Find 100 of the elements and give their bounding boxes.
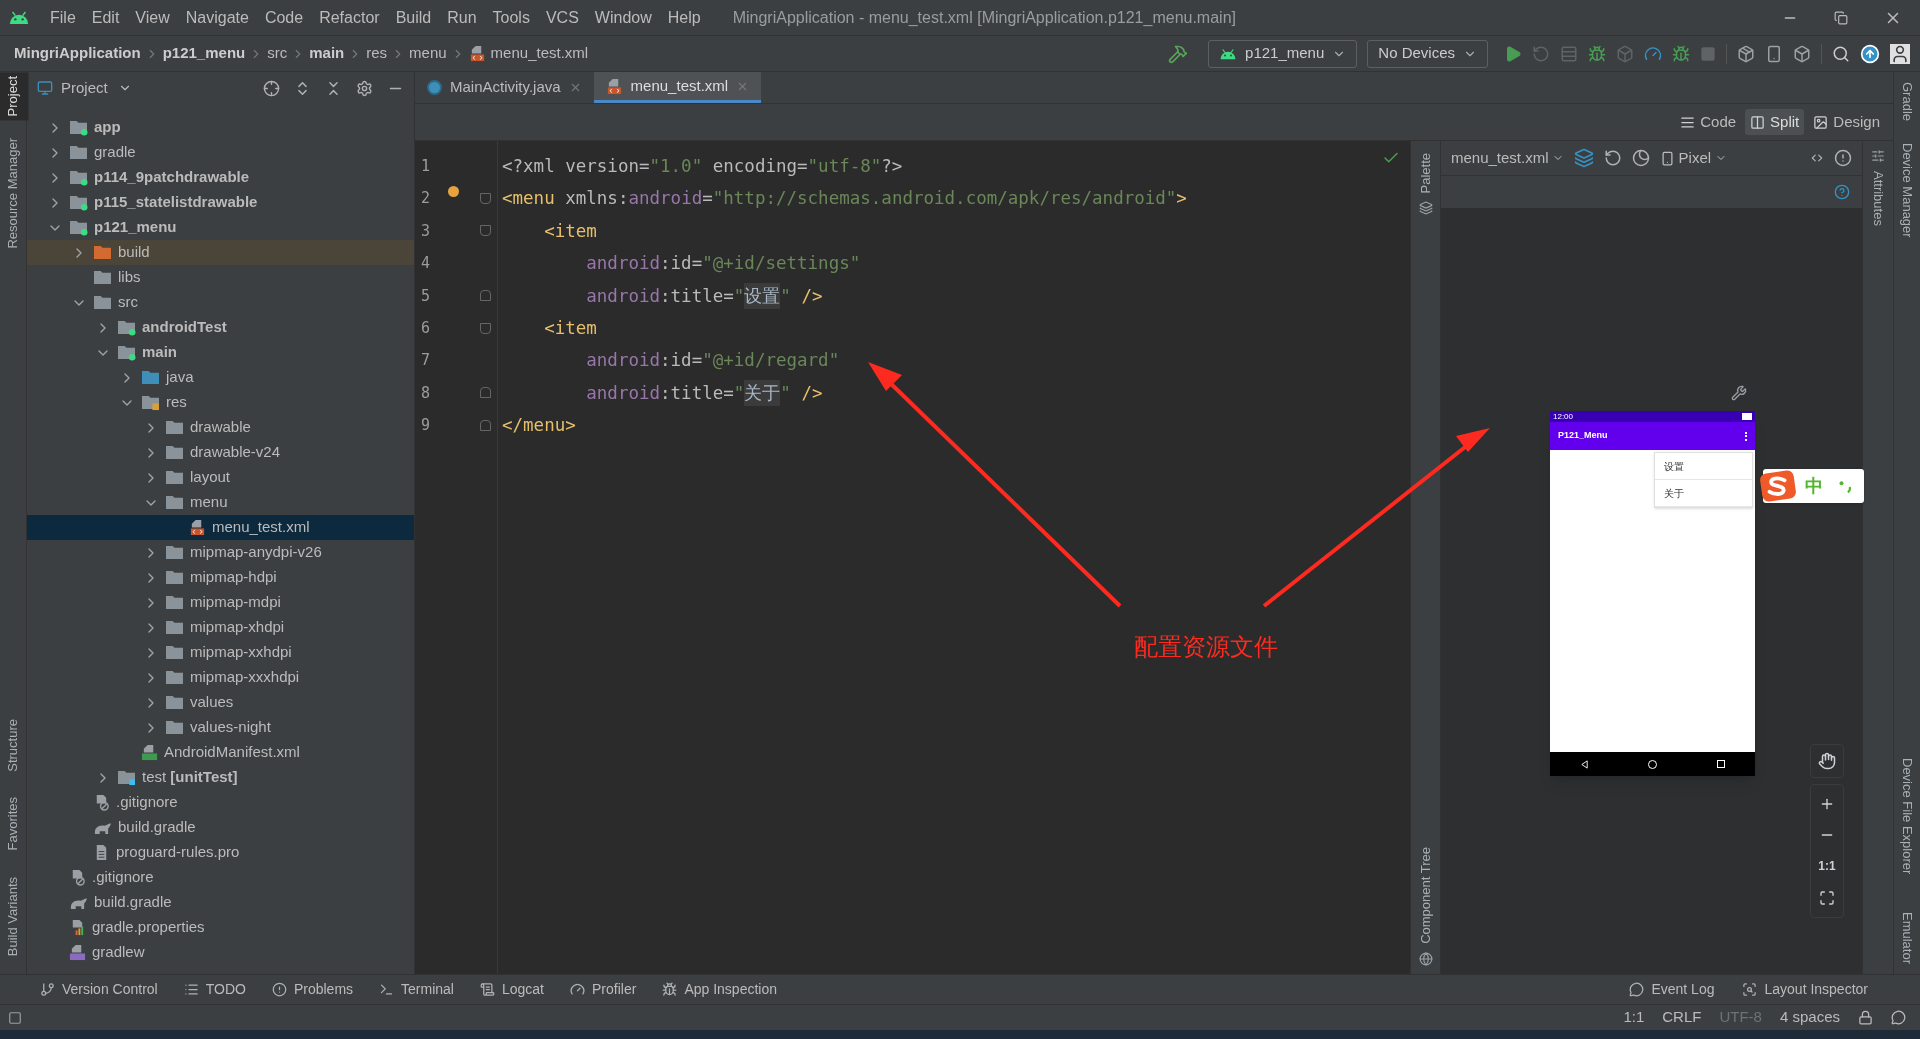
command-heading[interactable]: Navigate xyxy=(177,5,257,30)
tree-item[interactable]: p121_menu xyxy=(27,215,414,240)
tree-item[interactable]: mipmap-xxhdpi xyxy=(27,640,414,665)
tool-window-button[interactable]: App Inspection xyxy=(662,979,777,1000)
tool-window-tab[interactable]: Gradle xyxy=(1891,78,1920,126)
tool-window-button[interactable]: Problems xyxy=(271,979,354,1000)
layers-icon[interactable] xyxy=(1573,148,1594,168)
tree-item[interactable]: values xyxy=(27,690,414,715)
device-manager-icon[interactable] xyxy=(1765,44,1783,63)
notifications-icon[interactable] xyxy=(1891,1010,1906,1025)
command-heading[interactable]: Build xyxy=(387,5,440,30)
command-heading[interactable]: Window xyxy=(586,5,660,30)
tree-item[interactable]: res xyxy=(27,390,414,415)
command-heading[interactable]: Tools xyxy=(484,5,538,30)
tool-window-tab[interactable]: Project xyxy=(0,72,29,121)
popup-menu-item[interactable]: 关于 xyxy=(1655,480,1752,507)
tree-item[interactable]: gradle.properties xyxy=(27,915,414,940)
tool-window-tab[interactable]: Attributes xyxy=(1862,167,1894,230)
tree-item[interactable]: gradle xyxy=(27,140,414,165)
run-configuration-dropdown[interactable]: p121_menu xyxy=(1208,39,1358,68)
tree-item[interactable]: menu xyxy=(27,490,414,515)
theme-icon[interactable] xyxy=(1631,149,1650,167)
panel-toggle-icon[interactable] xyxy=(8,1010,22,1025)
tool-window-tab[interactable]: Structure xyxy=(0,714,29,776)
breadcrumb-item[interactable]: src xyxy=(267,42,288,65)
lightbulb-icon[interactable] xyxy=(448,186,459,198)
tree-item[interactable]: gradlew xyxy=(27,940,414,965)
help-icon[interactable] xyxy=(1834,184,1850,200)
tool-window-button[interactable]: Event Log xyxy=(1629,979,1715,1000)
tool-window-button[interactable]: Profiler xyxy=(570,979,637,1000)
hammer-icon[interactable] xyxy=(1168,43,1189,64)
command-heading[interactable]: File xyxy=(42,5,84,30)
tree-item[interactable]: drawable-v24 xyxy=(27,440,414,465)
tree-item[interactable]: build.gradle xyxy=(27,815,414,840)
bug-icon[interactable] xyxy=(1588,44,1606,63)
gauge-icon[interactable] xyxy=(1644,44,1662,63)
tree-item[interactable]: p115_statelistdrawable xyxy=(27,190,414,215)
tool-window-tab[interactable]: Favorites xyxy=(0,793,29,855)
tree-item[interactable]: libs xyxy=(27,265,414,290)
command-heading[interactable]: Help xyxy=(659,5,709,30)
fold-marker-icon[interactable] xyxy=(480,322,491,334)
command-heading[interactable]: View xyxy=(127,5,178,30)
tree-item[interactable]: mipmap-xxxhdpi xyxy=(27,665,414,690)
restore-icon[interactable] xyxy=(1834,10,1848,25)
search-icon[interactable] xyxy=(1832,44,1850,63)
tree-item[interactable]: p114_9patchdrawable xyxy=(27,165,414,190)
tree-item[interactable]: build xyxy=(27,240,414,265)
fold-marker-icon[interactable] xyxy=(480,290,491,302)
fold-marker-icon[interactable] xyxy=(480,419,491,431)
status-item[interactable]: CRLF xyxy=(1662,1006,1702,1029)
device-dropdown[interactable]: Pixel xyxy=(1659,146,1728,170)
user-icon[interactable] xyxy=(1890,43,1910,64)
locate-icon[interactable] xyxy=(263,79,280,97)
wrench-icon[interactable] xyxy=(1731,384,1747,402)
view-mode-button[interactable]: Design xyxy=(1808,109,1885,135)
tree-item[interactable]: mipmap-xhdpi xyxy=(27,615,414,640)
tree-item[interactable]: drawable xyxy=(27,415,414,440)
file-dropdown[interactable]: menu_test.xml xyxy=(1451,146,1564,170)
tree-item[interactable]: .gitignore xyxy=(27,790,414,815)
command-heading[interactable]: Refactor xyxy=(311,5,388,30)
tool-window-tab[interactable]: Palette xyxy=(1409,149,1442,198)
editor-tab[interactable]: MainActivity.java xyxy=(415,72,594,103)
tool-window-tab[interactable]: Build Variants xyxy=(0,872,29,960)
settings-icon[interactable] xyxy=(356,79,373,97)
tree-item[interactable]: proguard-rules.pro xyxy=(27,840,414,865)
view-mode-button[interactable]: Code xyxy=(1675,109,1742,135)
tool-window-tab[interactable]: Component Tree xyxy=(1409,843,1442,948)
tool-window-button[interactable]: Logcat xyxy=(479,979,544,1000)
command-heading[interactable]: Run xyxy=(439,5,485,30)
tool-window-button[interactable]: Version Control xyxy=(40,979,158,1000)
status-item[interactable]: 1:1 xyxy=(1623,1006,1645,1029)
tree-item[interactable]: mipmap-anydpi-v26 xyxy=(27,540,414,565)
status-item[interactable]: 4 spaces xyxy=(1779,1006,1840,1029)
tree-item[interactable]: menu_test.xml xyxy=(27,515,414,540)
command-heading[interactable]: VCS xyxy=(537,5,587,30)
fold-marker-icon[interactable] xyxy=(480,193,491,205)
tree-item[interactable]: test [unitTest] xyxy=(27,765,414,790)
tree-item[interactable]: mipmap-mdpi xyxy=(27,590,414,615)
breadcrumb-item[interactable]: p121_menu xyxy=(162,42,246,65)
pan-button[interactable] xyxy=(1810,744,1844,778)
actual-size-button[interactable]: 1:1 xyxy=(1818,857,1836,876)
tree-item[interactable]: values-night xyxy=(27,715,414,740)
popup-menu-item[interactable]: 设置 xyxy=(1655,453,1752,480)
rotate-icon[interactable] xyxy=(1603,149,1622,167)
breadcrumb-item[interactable]: menu_test.xml xyxy=(490,42,589,65)
tree-item[interactable]: layout xyxy=(27,465,414,490)
breadcrumb-item[interactable]: res xyxy=(366,42,388,65)
device-dropdown[interactable]: No Devices xyxy=(1367,39,1488,68)
tool-window-tab[interactable]: Device File Explorer xyxy=(1891,753,1920,878)
view-mode-button[interactable]: Split xyxy=(1745,109,1805,135)
update-icon[interactable] xyxy=(1860,43,1880,64)
tool-window-tab[interactable]: Resource Manager xyxy=(0,134,29,254)
tree-item[interactable]: main xyxy=(27,340,414,365)
run-icon[interactable] xyxy=(1504,44,1522,63)
breadcrumb-item[interactable]: main xyxy=(309,42,345,65)
editor-tab[interactable]: menu_test.xml xyxy=(593,72,762,103)
tree-item[interactable]: .gitignore xyxy=(27,865,414,890)
breadcrumb-item[interactable]: MingriApplication xyxy=(14,42,141,65)
tool-window-tab[interactable]: Device Manager xyxy=(1891,139,1920,242)
warning-icon[interactable] xyxy=(1834,149,1852,167)
